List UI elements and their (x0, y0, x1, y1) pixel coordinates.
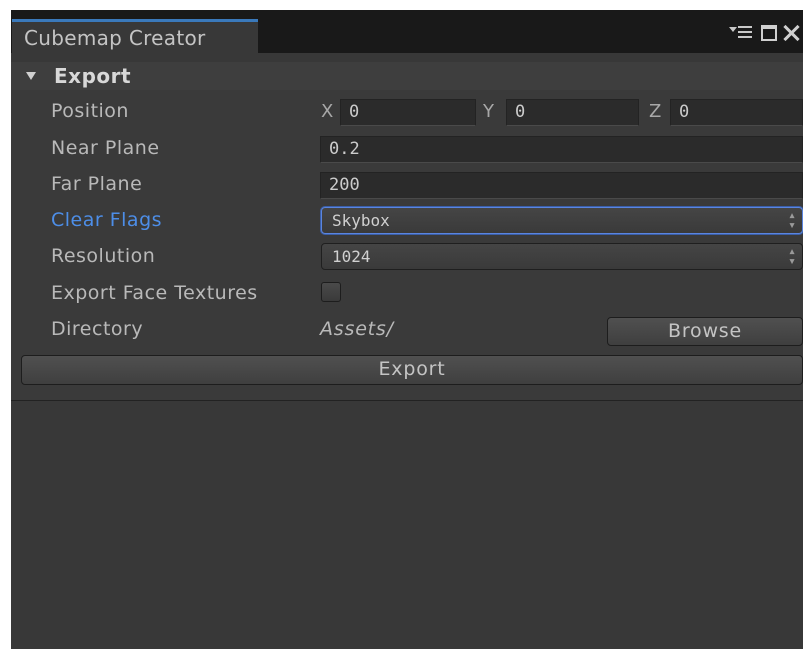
window-controls (727, 20, 803, 46)
foldout-title: Export (54, 64, 132, 88)
z-axis-label: Z (649, 101, 662, 122)
position-label: Position (51, 100, 129, 122)
row-directory: Directory Assets/ Browse (11, 315, 803, 347)
position-z-field[interactable]: 0 (670, 99, 803, 126)
tab-bar: Cubemap Creator (11, 10, 803, 53)
browse-button[interactable]: Browse (607, 317, 803, 346)
resolution-dropdown[interactable]: 1024 ▴ ▾ (321, 243, 803, 270)
cubemap-creator-window: Cubemap Creator Export Position X 0 Y 0 … (11, 10, 803, 649)
near-plane-field[interactable]: 0.2 (320, 136, 803, 163)
dropdown-arrows-icon: ▴ ▾ (788, 244, 796, 269)
resolution-label: Resolution (51, 245, 156, 267)
clear-flags-value: Skybox (332, 211, 390, 230)
near-plane-label: Near Plane (51, 137, 160, 159)
clear-flags-dropdown[interactable]: Skybox ▴ ▾ (321, 207, 803, 234)
row-position: Position X 0 Y 0 Z 0 (11, 97, 803, 129)
menu-icon[interactable] (727, 22, 757, 44)
foldout-arrow-icon (26, 72, 36, 80)
row-near-plane: Near Plane 0.2 (11, 134, 803, 166)
export-foldout[interactable]: Export (11, 62, 803, 90)
clear-flags-label: Clear Flags (51, 209, 163, 231)
export-face-textures-label: Export Face Textures (51, 282, 258, 304)
dropdown-arrows-icon: ▴ ▾ (788, 208, 796, 233)
export-button[interactable]: Export (21, 355, 803, 385)
maximize-icon[interactable] (761, 25, 777, 41)
far-plane-field[interactable]: 200 (320, 172, 803, 199)
position-y-field[interactable]: 0 (506, 99, 639, 126)
directory-value: Assets/ (320, 318, 394, 340)
close-icon[interactable] (781, 22, 803, 44)
tab-cubemap-creator[interactable]: Cubemap Creator (12, 19, 258, 53)
far-plane-label: Far Plane (51, 173, 143, 195)
x-axis-label: X (321, 101, 334, 122)
row-resolution: Resolution 1024 ▴ ▾ (11, 242, 803, 274)
row-clear-flags: Clear Flags Skybox ▴ ▾ (11, 206, 803, 238)
position-x-field[interactable]: 0 (340, 99, 476, 126)
resolution-value: 1024 (332, 247, 371, 266)
tab-title: Cubemap Creator (24, 26, 206, 50)
y-axis-label: Y (483, 101, 494, 122)
directory-label: Directory (51, 318, 144, 340)
row-far-plane: Far Plane 200 (11, 170, 803, 202)
export-face-textures-checkbox[interactable] (321, 282, 341, 302)
row-export-face-textures: Export Face Textures (11, 279, 803, 311)
